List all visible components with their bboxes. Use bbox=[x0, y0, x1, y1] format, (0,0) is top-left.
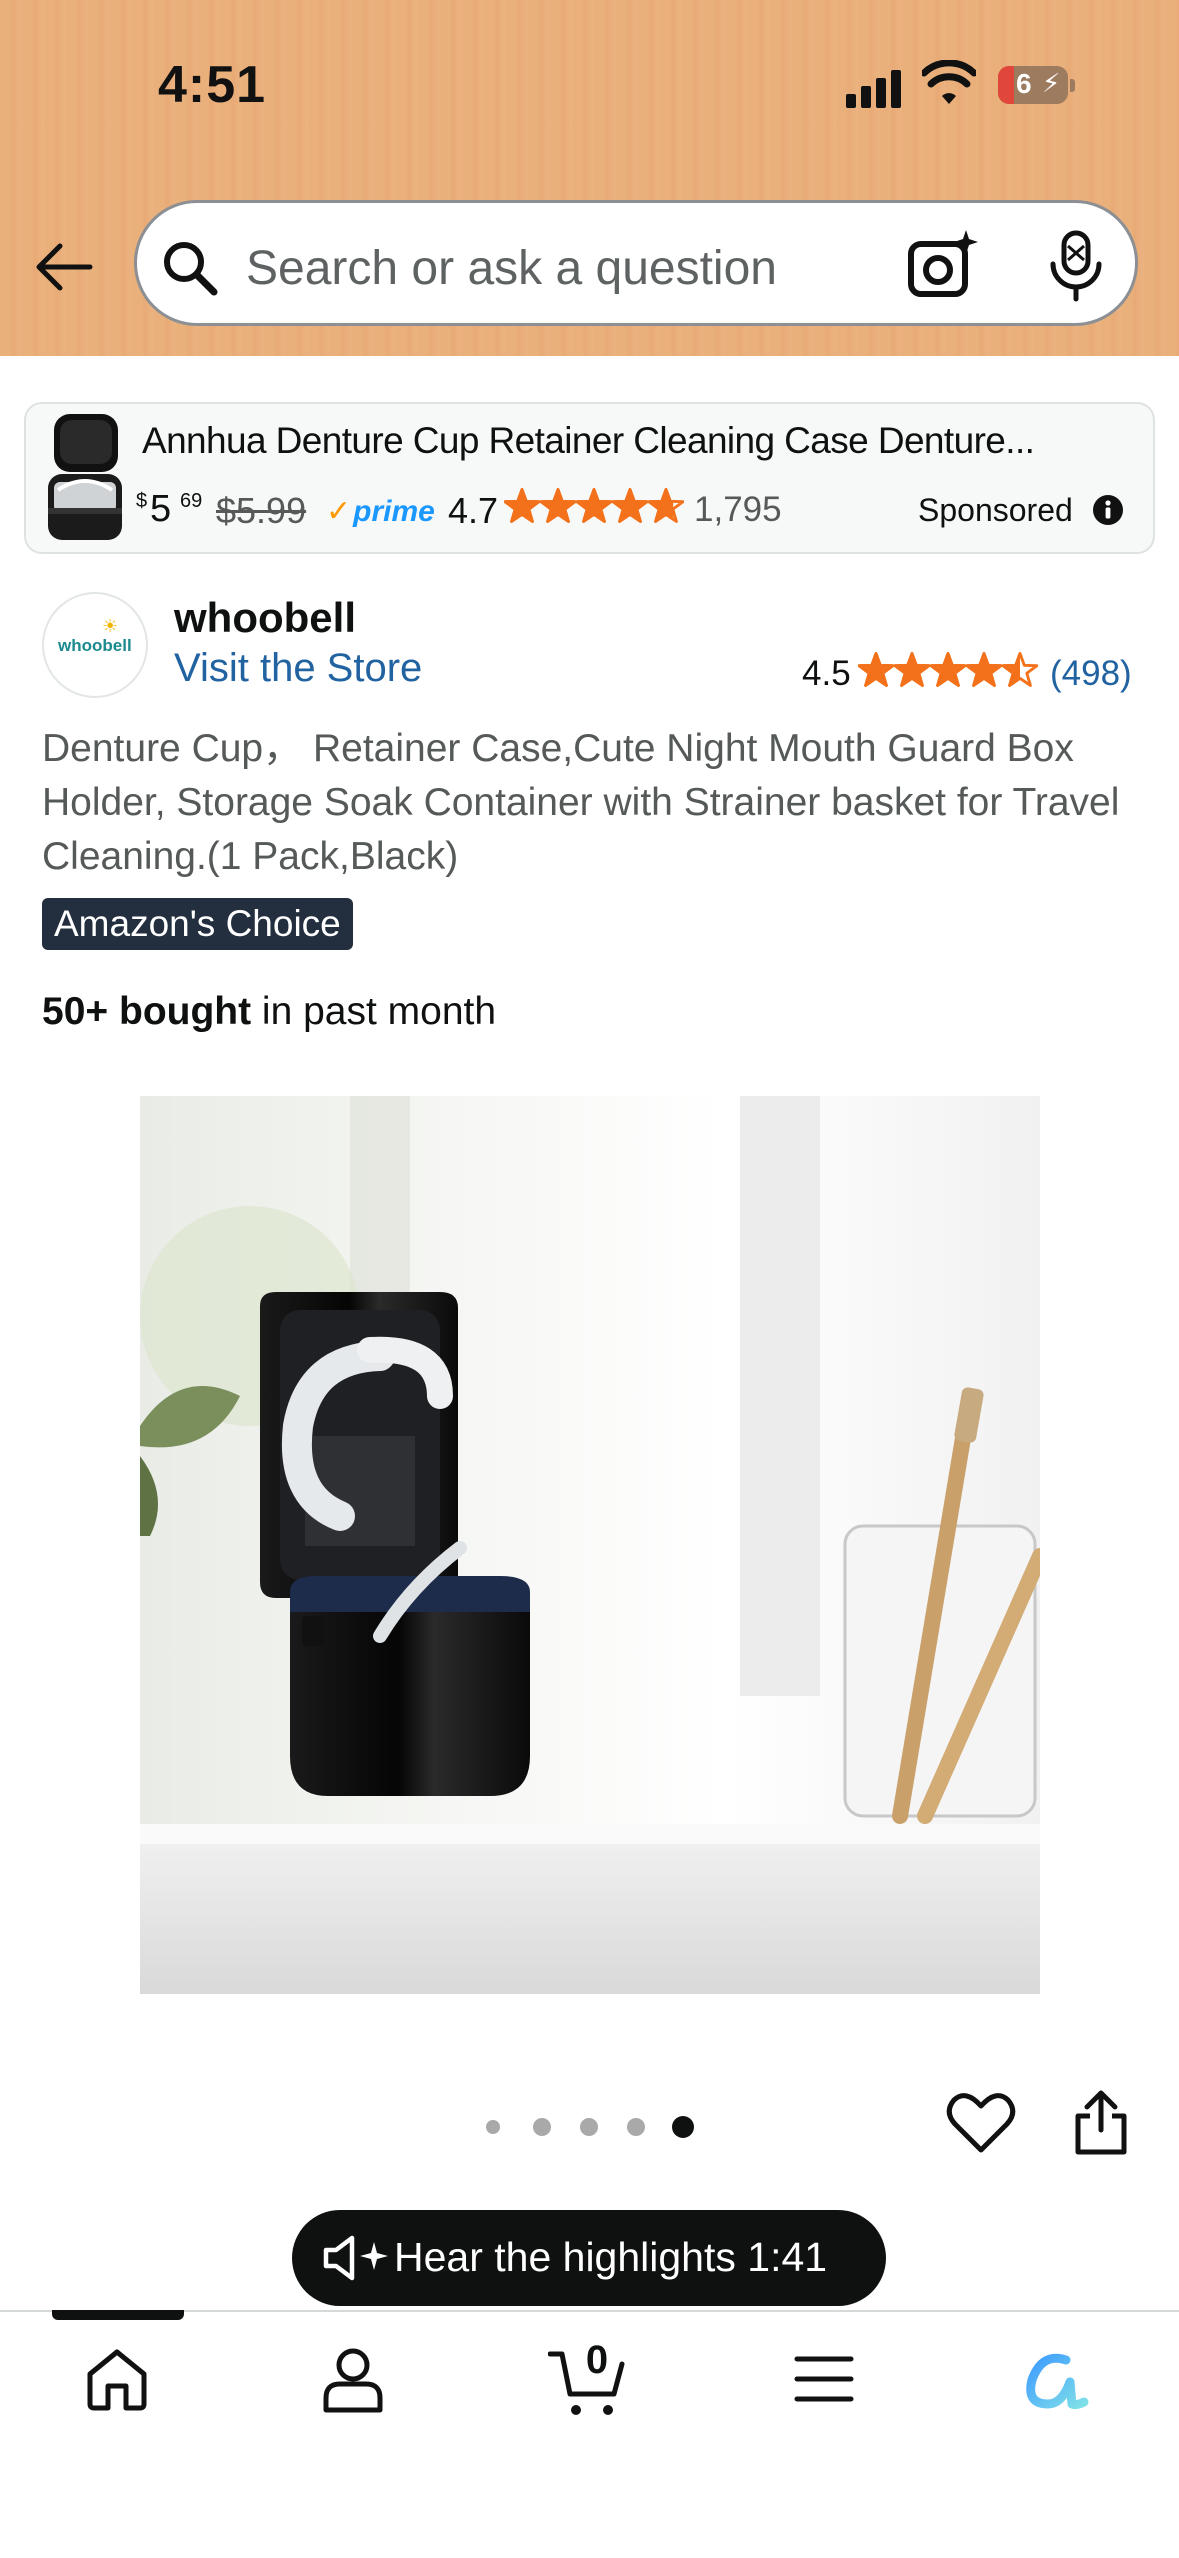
heart-icon[interactable] bbox=[946, 2090, 1016, 2156]
battery-icon: 6 ⚡ bbox=[998, 66, 1076, 106]
star-icon bbox=[965, 652, 1003, 687]
carousel-dot[interactable] bbox=[580, 2118, 598, 2136]
battery-level: 6 bbox=[1016, 68, 1032, 99]
bought-in-past-month: 50+ bought in past month bbox=[42, 990, 496, 1034]
info-icon[interactable] bbox=[1092, 494, 1124, 526]
hear-highlights-label: Hear the highlights 1:41 bbox=[394, 2234, 828, 2280]
carousel-dot[interactable] bbox=[627, 2118, 645, 2136]
sponsored-product-title[interactable]: Annhua Denture Cup Retainer Cleaning Cas… bbox=[142, 420, 1062, 462]
prime-label: prime bbox=[353, 495, 435, 528]
star-icon bbox=[575, 488, 613, 523]
search-icon bbox=[164, 242, 218, 296]
sponsored-rating: 4.7 bbox=[448, 490, 499, 531]
account-icon[interactable] bbox=[320, 2346, 386, 2414]
cart-count: 0 bbox=[585, 2338, 609, 2382]
product-rating: 4.5 bbox=[802, 654, 851, 693]
hear-highlights-button[interactable]: Hear the highlights 1:41 bbox=[292, 2210, 886, 2306]
bought-count: 50+ bought bbox=[42, 990, 252, 1033]
share-icon[interactable] bbox=[1072, 2090, 1130, 2156]
star-icon bbox=[503, 488, 541, 523]
search-input[interactable] bbox=[246, 238, 886, 298]
star-icon bbox=[647, 488, 685, 523]
speaker-sparkle-icon bbox=[323, 2235, 388, 2281]
star-icon bbox=[611, 488, 649, 523]
star-icon bbox=[539, 488, 577, 523]
star-icon bbox=[1001, 652, 1039, 687]
sponsored-price-whole: 5 bbox=[150, 488, 172, 530]
sponsored-star-rating bbox=[503, 488, 685, 529]
product-image[interactable] bbox=[140, 1096, 1040, 1994]
prime-check-icon: ✓ bbox=[326, 495, 352, 528]
product-review-count[interactable]: (498) bbox=[1050, 654, 1132, 694]
sponsored-product-image bbox=[48, 414, 122, 540]
wifi-icon bbox=[922, 60, 976, 104]
sun-icon: ☀ bbox=[102, 616, 119, 636]
sponsored-price-symbol: $ bbox=[136, 490, 148, 512]
carousel-dot[interactable] bbox=[486, 2120, 500, 2134]
star-icon bbox=[857, 652, 895, 687]
sponsored-list-price: $5.99 bbox=[216, 490, 307, 531]
product-title: Denture Cup， Retainer Case,Cute Night Mo… bbox=[42, 727, 1120, 878]
visit-store-link[interactable]: Visit the Store bbox=[174, 646, 422, 691]
star-icon bbox=[929, 652, 967, 687]
sponsored-label: Sponsored bbox=[918, 492, 1073, 528]
star-icon bbox=[893, 652, 931, 687]
sponsored-price-fraction: 69 bbox=[180, 490, 203, 512]
camera-search-icon[interactable] bbox=[906, 228, 980, 302]
product-star-rating[interactable] bbox=[857, 652, 1039, 693]
microphone-icon[interactable] bbox=[1046, 230, 1106, 302]
rufus-icon[interactable] bbox=[1022, 2346, 1094, 2412]
active-tab-indicator bbox=[52, 2310, 184, 2320]
carousel-dot[interactable] bbox=[533, 2118, 551, 2136]
carousel-dot[interactable] bbox=[672, 2116, 694, 2138]
menu-icon[interactable] bbox=[794, 2354, 854, 2404]
brand-logo-text: whoobell bbox=[58, 636, 132, 655]
home-icon[interactable] bbox=[84, 2346, 150, 2412]
brand-name[interactable]: whoobell bbox=[174, 594, 356, 642]
amazons-choice-badge[interactable]: Amazon's Choice bbox=[42, 898, 353, 950]
back-arrow-icon[interactable] bbox=[30, 232, 100, 302]
prime-badge: ✓prime bbox=[326, 494, 435, 529]
brand-logo[interactable]: ☀ whoobell bbox=[42, 592, 148, 698]
bought-period: in past month bbox=[251, 990, 497, 1033]
carousel-indicator[interactable] bbox=[484, 2112, 704, 2142]
sponsored-review-count: 1,795 bbox=[694, 490, 782, 529]
cellular-signal-icon bbox=[846, 68, 902, 108]
status-time: 4:51 bbox=[158, 56, 267, 114]
